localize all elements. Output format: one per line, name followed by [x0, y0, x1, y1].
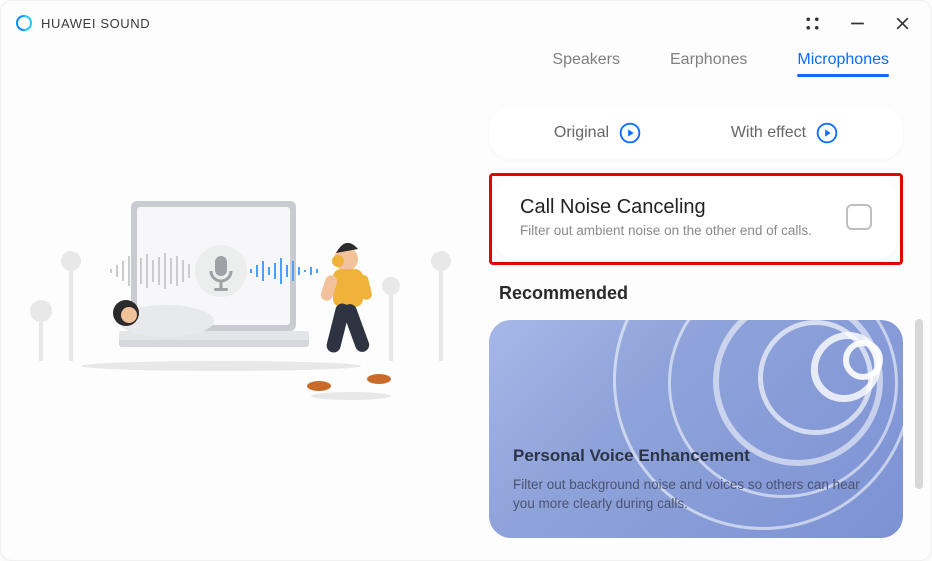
- tab-bar: Speakers Earphones Microphones: [552, 51, 889, 77]
- call-noise-highlight: Call Noise Canceling Filter out ambient …: [489, 173, 903, 265]
- compare-witheffect-label: With effect: [731, 124, 806, 142]
- close-icon[interactable]: [894, 15, 911, 32]
- window-controls: [804, 15, 911, 32]
- compare-card: Original With effect: [489, 107, 903, 159]
- call-noise-desc: Filter out ambient noise on the other en…: [520, 223, 812, 238]
- tab-earphones[interactable]: Earphones: [670, 51, 747, 77]
- content-panel: Original With effect Call Noise Cancelin…: [489, 107, 903, 538]
- minimize-icon[interactable]: [849, 15, 866, 32]
- scrollbar-thumb[interactable]: [915, 319, 923, 489]
- promo-card[interactable]: Personal Voice Enhancement Filter out ba…: [489, 320, 903, 538]
- call-noise-title: Call Noise Canceling: [520, 196, 812, 219]
- promo-desc: Filter out background noise and voices s…: [513, 475, 879, 514]
- compare-original-label: Original: [554, 124, 609, 142]
- tab-speakers[interactable]: Speakers: [552, 51, 620, 77]
- app-logo-icon: [15, 14, 33, 32]
- call-noise-card[interactable]: Call Noise Canceling Filter out ambient …: [494, 178, 898, 260]
- compare-witheffect: With effect: [731, 122, 838, 144]
- play-witheffect-icon[interactable]: [816, 122, 838, 144]
- compare-original: Original: [554, 122, 641, 144]
- recommended-heading: Recommended: [499, 283, 903, 304]
- call-noise-checkbox[interactable]: [846, 204, 872, 230]
- promo-ring-icon: [843, 340, 883, 380]
- more-icon[interactable]: [804, 15, 821, 32]
- scrollbar-track: [915, 319, 923, 539]
- titlebar: HUAWEI SOUND: [1, 1, 931, 45]
- app-title: HUAWEI SOUND: [41, 16, 150, 31]
- title-left: HUAWEI SOUND: [15, 14, 150, 32]
- tab-microphones[interactable]: Microphones: [797, 51, 889, 77]
- promo-title: Personal Voice Enhancement: [513, 446, 750, 466]
- call-noise-text: Call Noise Canceling Filter out ambient …: [520, 196, 812, 238]
- app-window: HUAWEI SOUND Speakers Earphones Micropho…: [0, 0, 932, 561]
- illustration-icon: [11, 161, 481, 421]
- play-original-icon[interactable]: [619, 122, 641, 144]
